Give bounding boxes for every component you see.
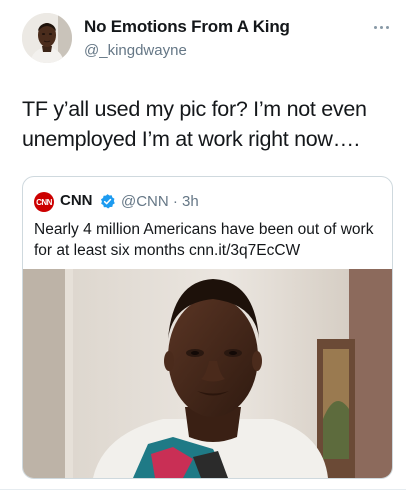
verified-badge-icon	[100, 194, 115, 209]
quote-author-name: CNN	[60, 192, 93, 209]
author-name[interactable]: No Emotions From A King	[84, 17, 290, 37]
quote-text: Nearly 4 million Americans have been out…	[34, 221, 374, 259]
man-selfie-photo-icon	[23, 269, 392, 478]
tweet-text: TF y’all used my pic for? I’m not even u…	[22, 97, 367, 151]
person-photo-icon	[22, 13, 72, 63]
author-avatar[interactable]	[22, 13, 72, 63]
ellipsis-icon[interactable]	[371, 22, 391, 32]
quote-handle-time: @CNN · 3h	[121, 193, 199, 210]
cnn-logo: CNN	[34, 192, 54, 212]
quote-photo[interactable]	[23, 269, 392, 478]
tweet: No Emotions From A King @_kingdwayne TF …	[0, 0, 406, 500]
divider	[0, 489, 406, 490]
quoted-tweet[interactable]: CNN CNN @CNN · 3h Nearly 4 million Ameri…	[22, 176, 393, 479]
author-handle[interactable]: @_kingdwayne	[84, 42, 187, 59]
